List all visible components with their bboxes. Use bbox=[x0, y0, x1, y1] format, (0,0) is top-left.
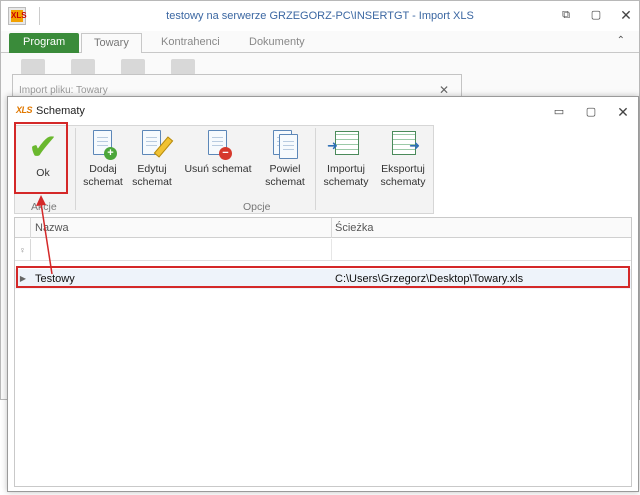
edit-schema-button[interactable]: Edytuj schemat bbox=[129, 130, 175, 189]
import-panel: Import pliku: Towary ✕ bbox=[12, 74, 462, 98]
dialog-close-icon[interactable]: ✕ bbox=[616, 105, 630, 119]
akcje-group-label: Akcje bbox=[31, 201, 57, 213]
main-titlebar: XLS testowy na serwerze GRZEGORZ-PC\INSE… bbox=[1, 1, 639, 31]
ok-highlight-box bbox=[14, 122, 68, 194]
schemas-grid: Nazwa Ścieżka ♀ ▶ Testowy C:\Users\Grzeg… bbox=[14, 217, 632, 487]
ribbon-ghost-icons bbox=[21, 59, 195, 75]
tab-dokumenty[interactable]: Dokumenty bbox=[237, 33, 317, 53]
main-window-title: testowy na serwerze GRZEGORZ-PC\INSERTGT… bbox=[166, 10, 474, 22]
tab-kontrahenci[interactable]: Kontrahenci bbox=[149, 33, 232, 53]
copy-document-icon bbox=[279, 134, 298, 159]
group-divider bbox=[315, 128, 316, 210]
grid-header: Nazwa Ścieżka bbox=[15, 218, 631, 238]
plus-icon: + bbox=[104, 147, 117, 160]
column-header-sciezka[interactable]: Ścieżka bbox=[335, 222, 374, 234]
arrow-in-icon: ➜ bbox=[327, 138, 338, 153]
import-label: Import pliku: Towary bbox=[19, 85, 108, 96]
column-separator bbox=[331, 239, 332, 261]
tab-program[interactable]: Program bbox=[9, 33, 80, 53]
delete-schema-label: Usuń schemat bbox=[184, 163, 252, 175]
edit-schema-label-1: Edytuj bbox=[137, 163, 167, 175]
duplicate-schema-label-2: schemat bbox=[265, 176, 305, 188]
xls-dialog-icon: XLS bbox=[16, 105, 33, 115]
delete-schema-button[interactable]: − Usuń schemat bbox=[181, 130, 255, 176]
add-schema-label-2: schemat bbox=[83, 176, 123, 188]
spreadsheet-import-icon bbox=[335, 131, 359, 155]
duplicate-schema-label-1: Powiel bbox=[269, 163, 301, 175]
close-icon[interactable]: ✕ bbox=[619, 8, 633, 22]
chart-icon bbox=[121, 59, 145, 75]
dialog-ribbon: ✔ Ok Akcje + Dodaj schemat Edytuj schema… bbox=[14, 125, 434, 214]
dialog-title: Schematy bbox=[36, 105, 85, 117]
import-close-icon[interactable]: ✕ bbox=[439, 83, 449, 97]
export-schemas-button[interactable]: ➜ Eksportuj schematy bbox=[375, 130, 431, 189]
import-schemas-label-2: schematy bbox=[323, 176, 369, 188]
filter-icon: ♀ bbox=[15, 239, 31, 261]
ribbon-tabs: Program Towary Kontrahenci Dokumenty bbox=[1, 31, 639, 53]
gear-icon bbox=[171, 59, 195, 75]
export-schemas-label-1: Eksportuj bbox=[381, 163, 425, 175]
schematy-dialog: XLS Schematy ▭ ▢ ✕ ✔ Ok Akcje + Dodaj sc… bbox=[7, 96, 639, 492]
column-header-nazwa[interactable]: Nazwa bbox=[35, 222, 69, 234]
maximize-icon[interactable]: ▢ bbox=[589, 8, 603, 22]
folder-icon bbox=[21, 59, 45, 75]
duplicate-schema-button[interactable]: Powiel schemat bbox=[261, 130, 309, 189]
add-schema-button[interactable]: + Dodaj schemat bbox=[79, 130, 127, 189]
minus-icon: − bbox=[219, 147, 232, 160]
opcje-group-label: Opcje bbox=[243, 201, 271, 213]
arrow-out-icon: ➜ bbox=[409, 138, 420, 153]
group-divider bbox=[75, 128, 76, 210]
restore-icon[interactable]: ⧉ bbox=[559, 8, 573, 22]
tab-towary[interactable]: Towary bbox=[81, 33, 142, 53]
dialog-maximize-icon[interactable]: ▢ bbox=[584, 105, 598, 119]
export-schemas-label-2: schematy bbox=[380, 176, 426, 188]
database-icon bbox=[71, 59, 95, 75]
dialog-titlebar: XLS Schematy ▭ ▢ ✕ bbox=[8, 97, 638, 125]
import-schemas-button[interactable]: ➜ Importuj schematy bbox=[319, 130, 373, 189]
column-separator bbox=[331, 218, 332, 238]
add-schema-label-1: Dodaj bbox=[89, 163, 117, 175]
header-indicator bbox=[15, 218, 31, 238]
edit-schema-label-2: schemat bbox=[132, 176, 172, 188]
collapse-ribbon-icon[interactable]: ⌃ bbox=[617, 35, 625, 46]
filter-row[interactable]: ♀ bbox=[15, 239, 631, 261]
dialog-minimize-icon[interactable]: ▭ bbox=[552, 105, 566, 119]
import-schemas-label-1: Importuj bbox=[327, 163, 365, 175]
row-highlight-box bbox=[16, 266, 630, 288]
